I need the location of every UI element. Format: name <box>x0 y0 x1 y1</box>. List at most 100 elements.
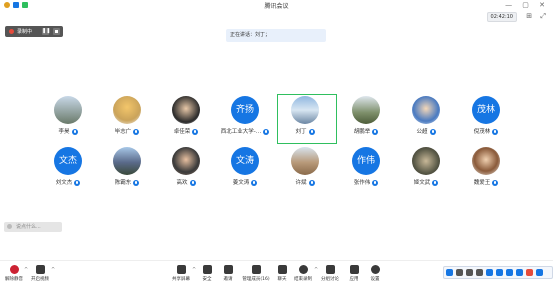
speaking-banner: 正在讲话：刘丁； <box>226 29 326 42</box>
avatar <box>113 96 141 124</box>
participant-tile[interactable]: 刘丁 <box>279 96 331 144</box>
avatar <box>291 96 319 124</box>
mic-icon <box>432 179 439 186</box>
pause-recording-button[interactable]: ❚❚ <box>42 28 50 35</box>
invite-button[interactable]: 邀请 <box>216 265 240 282</box>
settings-label: 设置 <box>370 277 380 282</box>
participant-tile[interactable]: 胡鹏举 <box>340 96 392 144</box>
participant-tile[interactable]: 高欢 <box>160 147 212 195</box>
participant-name: 毕志广 <box>114 129 132 135</box>
view-controls[interactable]: ⊞ ⤢ <box>526 12 549 21</box>
settings-button[interactable]: 设置 <box>363 265 387 282</box>
meeting-timer: 02:42:10 <box>486 12 517 22</box>
chat-placeholder: 说点什么... <box>16 224 41 230</box>
avatar <box>172 96 200 124</box>
mic-icon <box>492 179 499 186</box>
avatar: 作伟 <box>352 147 380 175</box>
participant-tile[interactable]: 陈霸东 <box>101 147 153 195</box>
avatar <box>412 96 440 124</box>
security-label: 安全 <box>202 277 212 282</box>
participant-name: 倪茂林 <box>473 129 491 135</box>
window-controls[interactable]: — ▢ ✕ <box>505 1 549 9</box>
participant-tile[interactable]: 茂林 倪茂林 <box>460 96 512 144</box>
participant-name: 魏爱王 <box>473 180 491 186</box>
cloud-icon[interactable] <box>516 269 523 276</box>
system-tray <box>443 266 553 279</box>
participant-name: 姬文武 <box>413 180 431 186</box>
invite-label: 邀请 <box>223 277 233 282</box>
mic-icon <box>74 179 81 186</box>
mic-icon <box>429 128 436 135</box>
participant-tile[interactable]: 公超 <box>400 96 452 144</box>
start-video-label: 开启视频 <box>31 277 49 282</box>
breakout-rooms-label: 分组讨论 <box>321 277 339 282</box>
mic-icon <box>192 128 199 135</box>
apps-label: 应用 <box>349 277 359 282</box>
share-screen-button[interactable]: 共享屏幕 <box>169 265 193 282</box>
emoji-icon[interactable] <box>476 269 483 276</box>
input-method-icon[interactable] <box>446 269 453 276</box>
participant-tile[interactable]: 齐扬 西北工业大学-… <box>219 96 271 144</box>
mic-icon[interactable] <box>496 269 503 276</box>
participant-tile[interactable]: 文杰 刘文杰 <box>42 147 94 195</box>
breakout-rooms-button[interactable]: 分组讨论 <box>318 265 342 282</box>
screen-share-icon <box>176 265 186 274</box>
unmute-label: 解除静音 <box>5 277 23 282</box>
participant-name: 卓佳荣 <box>173 129 191 135</box>
chat-label: 聊天 <box>277 277 287 282</box>
mic-icon <box>71 128 78 135</box>
stop-recording-button[interactable] <box>53 28 60 35</box>
settings-icon <box>370 265 380 274</box>
participant-name: 高欢 <box>176 180 188 186</box>
participant-tile[interactable]: 卓佳荣 <box>160 96 212 144</box>
start-video-button[interactable]: 开启视频 <box>28 265 52 282</box>
punctuation-icon[interactable] <box>456 269 463 276</box>
end-recording-button[interactable]: 结束录制 <box>291 265 315 282</box>
participant-name: 张作伟 <box>353 180 371 186</box>
participant-name: 刘丁 <box>295 129 307 135</box>
share-screen-label: 共享屏幕 <box>172 277 190 282</box>
participant-tile[interactable]: 姬文武 <box>400 147 452 195</box>
mic-icon <box>263 128 270 135</box>
participant-tile[interactable]: 作伟 张作伟 <box>340 147 392 195</box>
mic-icon <box>189 179 196 186</box>
recording-bar: 录制中 ❚❚ <box>5 26 63 37</box>
participant-tile[interactable]: 毕志广 <box>101 96 153 144</box>
avatar: 茂林 <box>472 96 500 124</box>
mic-icon <box>133 179 140 186</box>
participant-tile[interactable]: 文涛 姜文涛 <box>219 147 271 195</box>
pen-icon[interactable] <box>466 269 473 276</box>
members-icon <box>251 265 261 274</box>
mic-icon <box>308 128 315 135</box>
invite-icon <box>223 265 233 274</box>
mic-muted-icon <box>9 265 19 274</box>
participant-tile[interactable]: 魏爱王 <box>460 147 512 195</box>
shirt-icon[interactable] <box>536 269 543 276</box>
avatar: 齐扬 <box>231 96 259 124</box>
avatar <box>172 147 200 175</box>
camera-off-icon <box>35 265 45 274</box>
avatar <box>113 147 141 175</box>
user-icon[interactable] <box>526 269 533 276</box>
chevron-up-icon[interactable]: ^ <box>51 267 55 273</box>
unmute-button[interactable]: 解除静音 <box>2 265 26 282</box>
mic-icon <box>251 179 258 186</box>
participant-tile[interactable]: 李昊 <box>42 96 94 144</box>
participant-tile[interactable]: 许斌 <box>279 147 331 195</box>
mail-icon[interactable] <box>506 269 513 276</box>
record-stop-icon <box>298 265 308 274</box>
participant-name: 李昊 <box>58 129 70 135</box>
avatar <box>54 96 82 124</box>
end-recording-label: 结束录制 <box>294 277 312 282</box>
mic-icon <box>492 128 499 135</box>
gear-icon[interactable] <box>486 269 493 276</box>
manage-members-button[interactable]: 管理成员(16) <box>241 265 271 282</box>
avatar <box>291 147 319 175</box>
chat-icon <box>7 224 12 229</box>
avatar: 文杰 <box>54 147 82 175</box>
chat-input[interactable]: 说点什么... <box>4 222 62 232</box>
avatar: 文涛 <box>231 147 259 175</box>
mic-icon <box>372 128 379 135</box>
record-dot-icon <box>9 29 14 34</box>
avatar <box>412 147 440 175</box>
